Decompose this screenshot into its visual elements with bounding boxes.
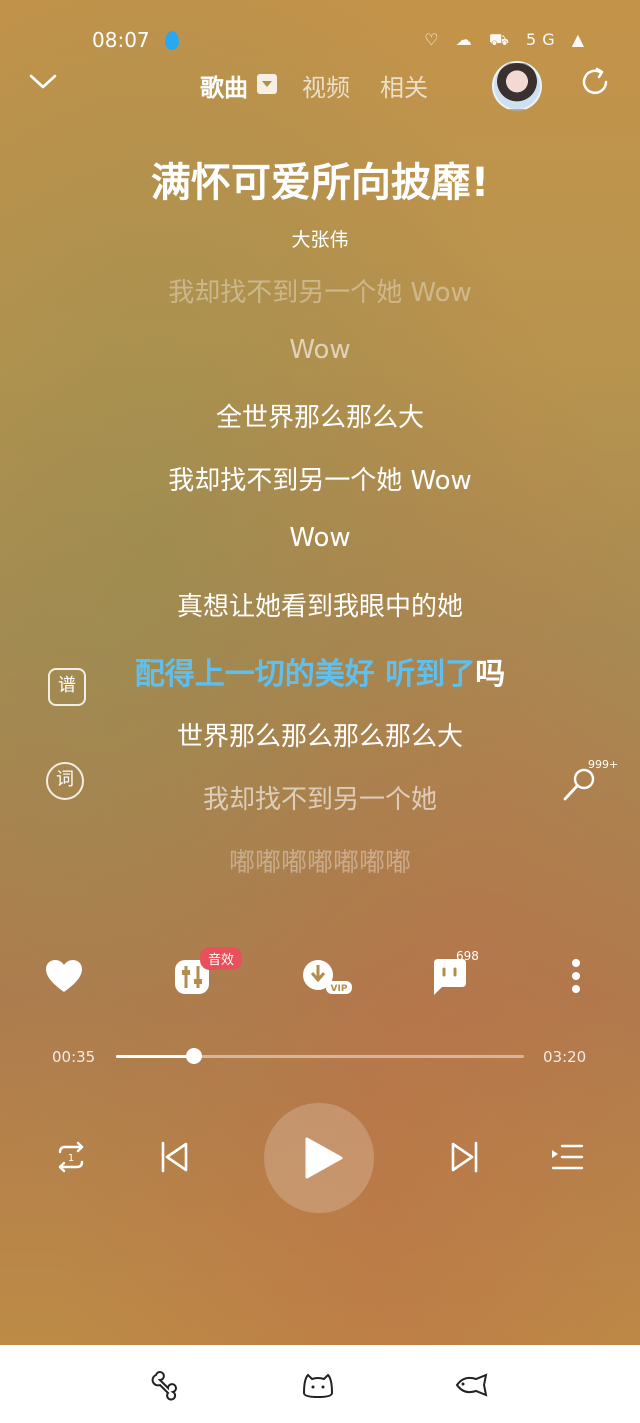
avatar[interactable] bbox=[492, 61, 542, 111]
action-row: 音效 VIP 698 bbox=[0, 947, 640, 1005]
progress-bar: 00:35 03:20 bbox=[0, 1040, 640, 1074]
share-icon[interactable] bbox=[580, 66, 612, 98]
system-nav-bar bbox=[0, 1345, 640, 1423]
previous-track-icon[interactable] bbox=[155, 1138, 193, 1176]
clock: 08:07 bbox=[92, 28, 150, 52]
artist-name[interactable]: 大张伟 bbox=[0, 225, 640, 252]
fish-icon[interactable] bbox=[454, 1367, 490, 1403]
seek-fill bbox=[116, 1055, 194, 1058]
current-lyric-line: 配得上一切的美好 听到了吗 bbox=[0, 649, 640, 693]
lyric-line: 我却找不到另一个她 bbox=[202, 785, 437, 815]
lyric-line: 嘟嘟嘟嘟嘟嘟嘟 bbox=[228, 848, 411, 878]
playlist-icon[interactable] bbox=[548, 1138, 586, 1176]
seek-track[interactable] bbox=[116, 1048, 524, 1064]
sound-effect-badge: 音效 bbox=[200, 947, 243, 970]
lyric-line: Wow bbox=[289, 523, 351, 553]
karaoke-mic-icon[interactable] bbox=[560, 765, 600, 805]
heart-icon[interactable] bbox=[42, 955, 86, 999]
total-time: 03:20 bbox=[543, 1048, 587, 1066]
tab-related[interactable]: 相关 bbox=[380, 68, 428, 103]
score-button[interactable]: 谱 bbox=[48, 668, 86, 706]
vip-label: VIP bbox=[331, 984, 348, 994]
download-icon[interactable]: VIP bbox=[300, 955, 356, 999]
lyric-line: 我却找不到另一个她 Wow bbox=[168, 466, 472, 496]
lyric-line: Wow bbox=[289, 335, 351, 365]
dropdown-caret-icon[interactable] bbox=[257, 74, 277, 94]
top-bar: 歌曲 视频 相关 bbox=[0, 60, 640, 111]
lyric-line: 真想让她看到我眼中的她 bbox=[176, 592, 463, 622]
lyric-sung-part: 配得上一切的美好 听到了 bbox=[134, 657, 476, 692]
chevron-down-icon[interactable] bbox=[28, 66, 58, 96]
bone-icon[interactable] bbox=[146, 1367, 182, 1403]
lyric-line: 我却找不到另一个她 Wow bbox=[168, 278, 472, 308]
more-options-icon[interactable] bbox=[560, 955, 592, 999]
tab-song[interactable]: 歌曲 bbox=[200, 68, 248, 103]
lyrics-style-button[interactable]: 词 bbox=[46, 762, 84, 800]
lyric-line: 世界那么那么那么那么大 bbox=[176, 722, 463, 752]
lyric-unsung-part: 吗 bbox=[475, 657, 506, 692]
song-title: 满怀可爱所向披靡! bbox=[150, 160, 490, 206]
karaoke-count: 999+ bbox=[588, 758, 619, 771]
play-icon bbox=[305, 1137, 343, 1179]
seek-handle[interactable] bbox=[185, 1048, 202, 1064]
status-bar: 08:07 ♡ ☁ ⛟ 5G ▲ bbox=[0, 28, 640, 58]
cat-face-icon[interactable] bbox=[300, 1367, 336, 1403]
lyric-line: 全世界那么那么大 bbox=[215, 403, 424, 433]
current-time: 00:35 bbox=[52, 1048, 96, 1066]
comment-count: 698 bbox=[456, 949, 479, 963]
status-icons: ♡ ☁ ⛟ 5G ▲ bbox=[424, 30, 590, 49]
tab-video[interactable]: 视频 bbox=[302, 68, 350, 103]
play-button[interactable] bbox=[264, 1103, 374, 1213]
svg-text:1: 1 bbox=[68, 1153, 74, 1164]
next-track-icon[interactable] bbox=[446, 1138, 484, 1176]
repeat-icon[interactable]: 1 bbox=[52, 1138, 90, 1176]
notification-drop-icon bbox=[165, 31, 179, 50]
playback-controls: 1 bbox=[0, 1100, 640, 1215]
